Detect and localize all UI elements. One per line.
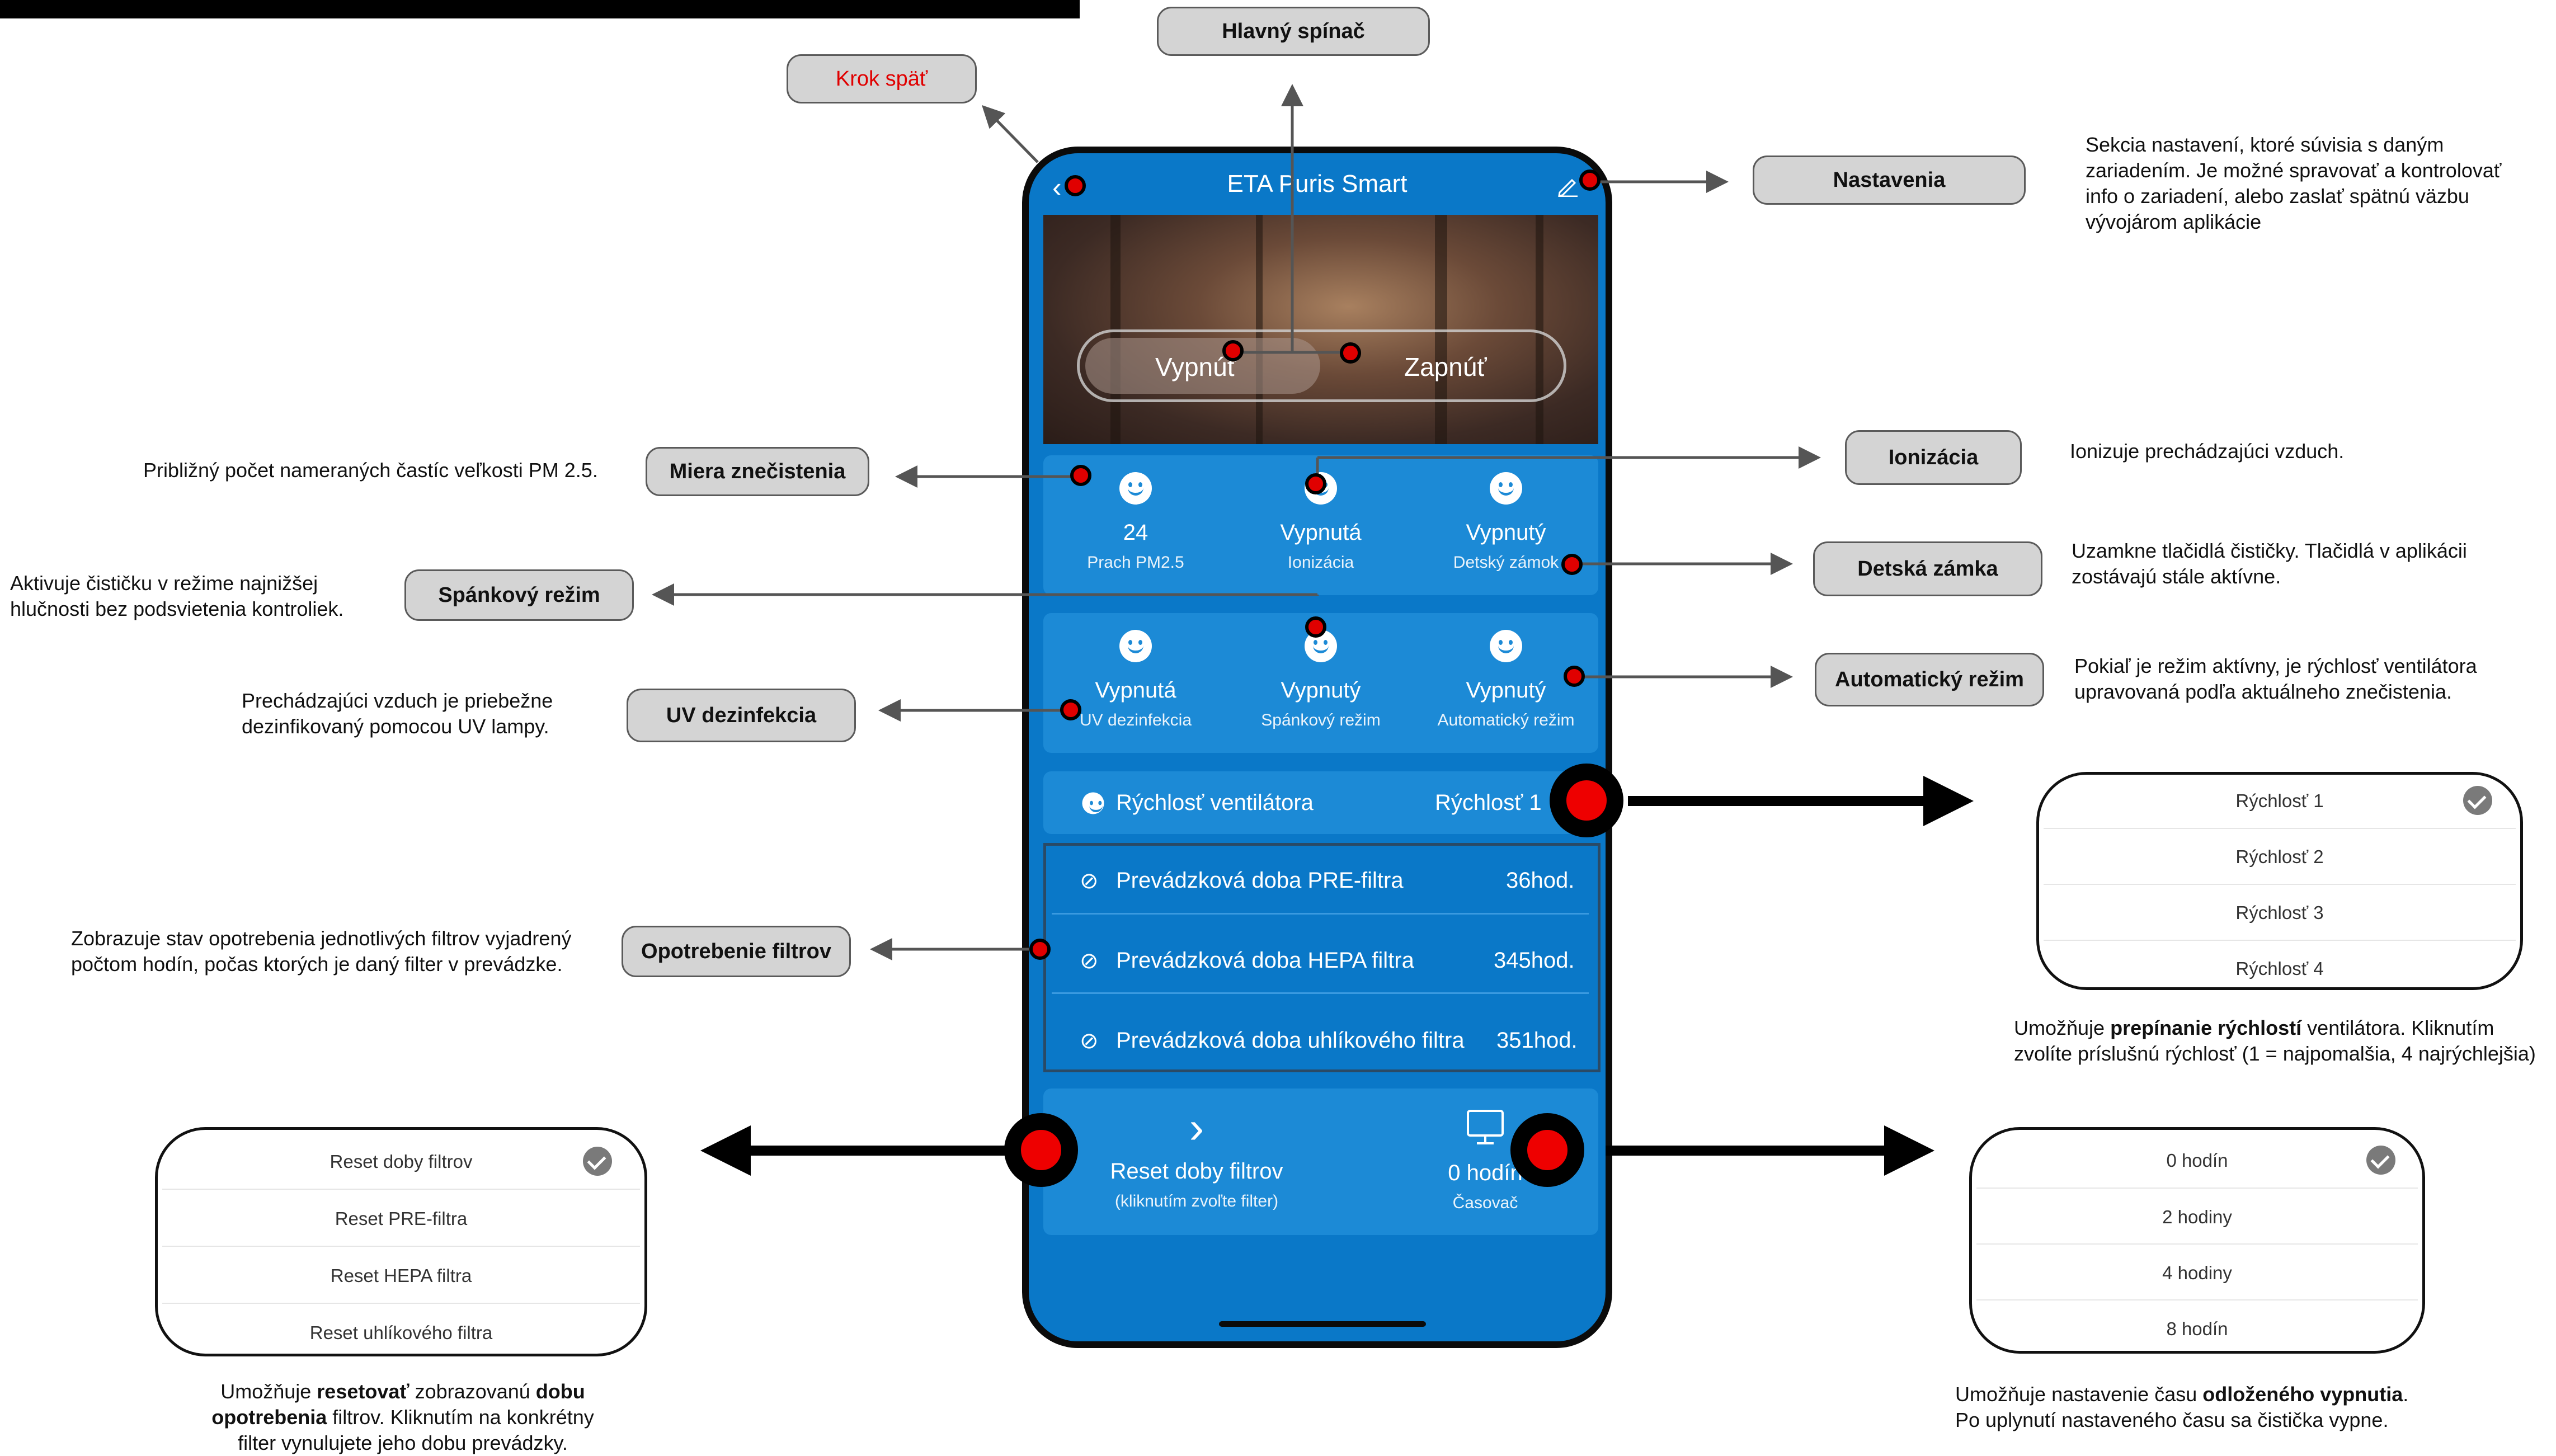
marker-back bbox=[1065, 175, 1086, 196]
callout-connectors bbox=[652, 84, 1974, 1176]
marker-filter-wear bbox=[1029, 939, 1051, 960]
marker-toggle-on bbox=[1340, 342, 1361, 364]
marker-toggle-off bbox=[1222, 340, 1244, 361]
marker-ionization bbox=[1305, 473, 1326, 494]
marker-uv bbox=[1060, 699, 1081, 720]
marker-timer bbox=[1510, 1113, 1584, 1187]
marker-reset bbox=[1004, 1113, 1078, 1187]
marker-settings bbox=[1579, 169, 1601, 191]
marker-fan-speed bbox=[1550, 764, 1623, 837]
marker-sleep bbox=[1305, 616, 1326, 638]
marker-pollution bbox=[1070, 465, 1091, 486]
marker-child-lock bbox=[1561, 554, 1583, 575]
marker-auto bbox=[1564, 666, 1585, 687]
